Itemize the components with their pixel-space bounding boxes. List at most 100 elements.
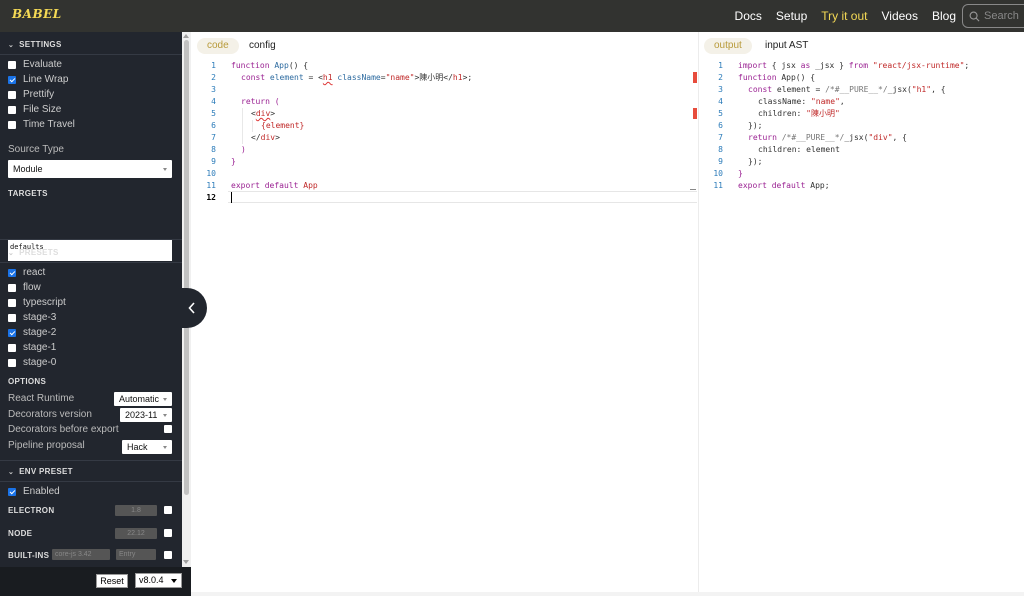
line-number: 1 (211, 61, 216, 70)
checkbox[interactable] (8, 358, 16, 367)
checkbox[interactable] (8, 283, 16, 292)
keyword: function (231, 61, 270, 70)
identifier: _jsx( (844, 133, 869, 142)
preset-typescript[interactable]: typescript (8, 297, 66, 308)
punct: > (270, 109, 276, 118)
scroll-up-icon[interactable] (183, 34, 189, 38)
line-number: 3 (718, 85, 723, 94)
preset-react[interactable]: react (8, 267, 45, 278)
source-type-select[interactable]: Module (8, 160, 172, 178)
identifier: { jsx (766, 61, 801, 70)
identifier: App (274, 61, 289, 70)
setting-evaluate[interactable]: Evaluate (8, 59, 62, 70)
tab-output[interactable]: output (704, 38, 752, 54)
preset-label: stage-2 (23, 327, 57, 338)
setting-line-wrap[interactable]: Line Wrap (8, 74, 68, 85)
jsx-text: >陳小明</ (414, 73, 453, 82)
node-version-input[interactable]: 22.12 (115, 528, 157, 539)
checkbox[interactable] (8, 313, 16, 322)
output-line-8: children: element (758, 144, 840, 156)
builtins-label-text: BUILT-INS (8, 551, 50, 560)
checkbox-checked[interactable] (8, 328, 16, 337)
babel-version-select[interactable]: v8.0.4 (135, 573, 182, 588)
nav-blog[interactable]: Blog (932, 9, 956, 23)
decorators-before-export-label: Decorators before export (8, 424, 119, 435)
keyword: import (738, 61, 767, 70)
setting-label: File Size (23, 104, 62, 115)
builtins-corejs-select[interactable]: core-js 3.42 (52, 549, 110, 560)
scrollbar-thumb[interactable] (184, 40, 189, 495)
checkbox[interactable] (8, 90, 16, 99)
nav-videos[interactable]: Videos (881, 9, 917, 23)
preset-label: stage-0 (23, 357, 57, 368)
punct: > (275, 133, 280, 142)
node-checkbox[interactable] (164, 529, 172, 537)
setting-file-size[interactable]: File Size (8, 104, 61, 115)
pipeline-proposal-select[interactable]: Hack (122, 440, 172, 454)
error-marker[interactable] (693, 72, 697, 83)
electron-checkbox[interactable] (164, 506, 172, 514)
line-number: 5 (718, 109, 723, 118)
search-icon (969, 11, 980, 21)
targets-title: TARGETS (8, 189, 48, 198)
code-line-5: <div> (251, 108, 275, 120)
output-line-9: }); (748, 156, 762, 168)
preset-stage-3[interactable]: stage-3 (8, 312, 56, 323)
horizontal-scrollbar[interactable] (191, 592, 1024, 596)
electron-version-input[interactable]: 1.8 (115, 505, 157, 516)
checkbox-checked[interactable] (8, 268, 16, 277)
checkbox[interactable] (8, 343, 16, 352)
env-enabled[interactable]: Enabled (8, 486, 60, 497)
settings-sidebar: ⌄ SETTINGS Evaluate Line Wrap Prettify F… (0, 32, 182, 596)
comment: /*#__PURE__*/ (781, 133, 845, 142)
nav-setup[interactable]: Setup (776, 9, 807, 23)
setting-label: Prettify (23, 89, 55, 100)
checkbox[interactable] (8, 60, 16, 69)
preset-flow[interactable]: flow (8, 282, 41, 293)
scroll-down-icon[interactable] (183, 560, 189, 564)
search-input[interactable]: Search (962, 4, 1024, 28)
checkbox[interactable] (8, 120, 16, 129)
presets-section-header[interactable]: ⌄ PRESETS (8, 248, 59, 257)
checkbox[interactable] (8, 298, 16, 307)
chevron-down-icon (171, 579, 177, 583)
chevron-down-icon (163, 398, 167, 401)
output-pane: output input AST (698, 32, 1024, 596)
tab-input-ast[interactable]: input AST (765, 38, 808, 54)
preset-label: stage-3 (23, 312, 57, 323)
identifier: children: element (758, 145, 840, 154)
decorators-before-export-checkbox[interactable] (164, 425, 172, 433)
line-number: 2 (718, 73, 723, 82)
settings-section-header[interactable]: ⌄ SETTINGS (8, 40, 62, 49)
decorators-version-label: Decorators version (8, 409, 92, 420)
output-line-11: export default App; (738, 180, 830, 192)
preset-stage-0[interactable]: stage-0 (8, 357, 56, 368)
tab-config[interactable]: config (249, 38, 276, 54)
pipeline-proposal-label: Pipeline proposal (8, 440, 85, 451)
babel-logo[interactable]: BABEL (12, 7, 62, 21)
line-number: 5 (211, 109, 216, 118)
nav-try-it-out[interactable]: Try it out (821, 9, 867, 23)
output-line-2: function App() { (738, 72, 815, 84)
builtins-checkbox[interactable] (164, 551, 172, 559)
builtins-mode-select[interactable]: Entry (116, 549, 156, 560)
error-marker[interactable] (693, 108, 697, 119)
punct: ; (964, 61, 970, 70)
setting-prettify[interactable]: Prettify (8, 89, 54, 100)
checkbox[interactable] (8, 105, 16, 114)
setting-time-travel[interactable]: Time Travel (8, 119, 75, 130)
preset-stage-1[interactable]: stage-1 (8, 342, 56, 353)
checkbox-checked[interactable] (8, 75, 16, 84)
line-number: 4 (718, 97, 723, 106)
string: "div" (868, 133, 893, 142)
decorators-version-select[interactable]: 2023-11 (120, 408, 172, 422)
tab-code[interactable]: code (197, 38, 239, 54)
react-runtime-select[interactable]: Automatic (114, 392, 172, 406)
options-title: OPTIONS (8, 377, 46, 386)
checkbox-checked[interactable] (8, 487, 16, 496)
reset-button[interactable]: Reset (96, 574, 128, 588)
punct: ) (241, 145, 246, 154)
env-preset-section-header[interactable]: ⌄ ENV PRESET (8, 467, 73, 476)
preset-stage-2[interactable]: stage-2 (8, 327, 56, 338)
nav-docs[interactable]: Docs (735, 9, 762, 23)
